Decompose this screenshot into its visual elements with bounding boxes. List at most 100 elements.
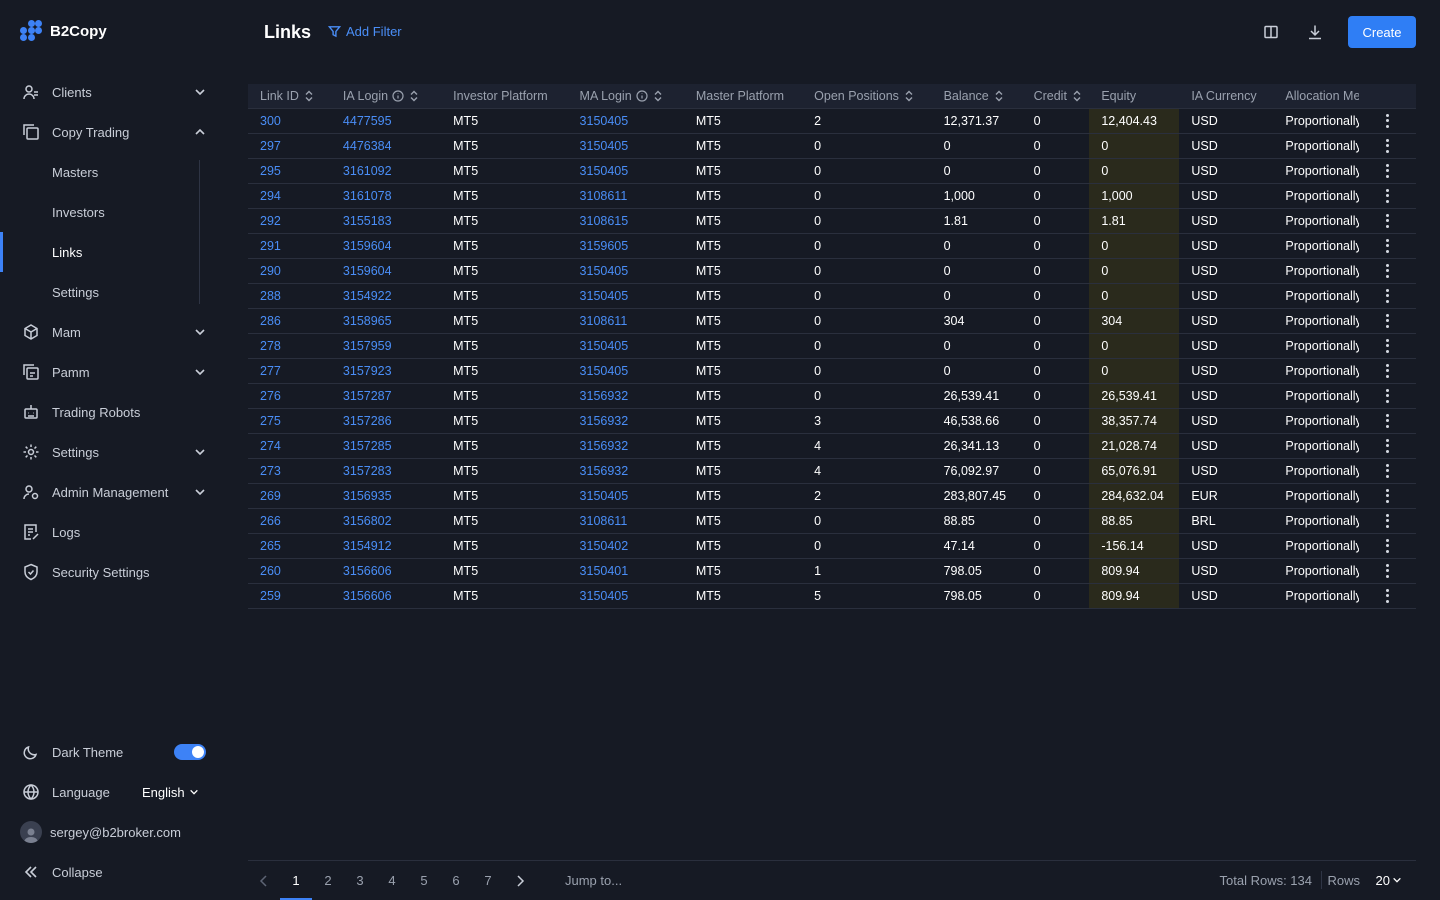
logo[interactable]: B2Copy: [20, 20, 107, 42]
table-row[interactable]: 276 3157287 MT5 3156932 MT5 0 26,539.41 0 26,539…: [248, 383, 1416, 409]
jump-to-input[interactable]: Jump to...: [565, 873, 622, 888]
cell-link-id[interactable]: 273: [248, 458, 331, 484]
cell-link-id[interactable]: 260: [248, 558, 331, 584]
table-row[interactable]: 277 3157923 MT5 3150405 MT5 0 0 0 0 USD Proportion…: [248, 358, 1416, 384]
table-row[interactable]: 259 3156606 MT5 3150405 MT5 5 798.05 0 809.94 USD…: [248, 583, 1416, 609]
table-row[interactable]: 294 3161078 MT5 3108611 MT5 0 1,000 0 1,000 USD Pr…: [248, 183, 1416, 209]
cell-ma-login[interactable]: 3150405: [567, 158, 684, 184]
row-actions-button[interactable]: [1359, 158, 1416, 184]
column-header-investor-platform[interactable]: Investor Platform: [441, 84, 568, 109]
create-button[interactable]: Create: [1348, 16, 1416, 48]
cell-link-id[interactable]: 265: [248, 533, 331, 559]
table-row[interactable]: 286 3158965 MT5 3108611 MT5 0 304 0 304 USD Propor…: [248, 308, 1416, 334]
row-actions-button[interactable]: [1359, 183, 1416, 209]
table-row[interactable]: 292 3155183 MT5 3108615 MT5 0 1.81 0 1.81 USD Prop…: [248, 208, 1416, 234]
page-2-button[interactable]: 2: [312, 873, 344, 888]
cell-ma-login[interactable]: 3159605: [567, 233, 684, 259]
row-actions-button[interactable]: [1359, 283, 1416, 309]
cell-ia-login[interactable]: 3156606: [330, 583, 442, 609]
table-row[interactable]: 274 3157285 MT5 3156932 MT5 4 26,341.13 0 21,028…: [248, 433, 1416, 459]
chevron-down-icon[interactable]: [1392, 875, 1402, 885]
row-actions-button[interactable]: [1359, 133, 1416, 159]
cell-link-id[interactable]: 276: [248, 383, 331, 409]
cell-link-id[interactable]: 292: [248, 208, 331, 234]
cell-ma-login[interactable]: 3150405: [567, 283, 684, 309]
cell-ia-login[interactable]: 4476384: [330, 133, 442, 159]
cell-link-id[interactable]: 269: [248, 483, 331, 509]
row-actions-button[interactable]: [1359, 558, 1416, 584]
cell-link-id[interactable]: 274: [248, 433, 331, 459]
sidebar-item-admin-management[interactable]: Admin Management: [0, 472, 224, 512]
cell-ia-login[interactable]: 3156606: [330, 558, 442, 584]
column-header-open-positions[interactable]: Open Positions: [802, 84, 932, 109]
cell-link-id[interactable]: 278: [248, 333, 331, 359]
column-header-master-platform[interactable]: Master Platform: [683, 84, 803, 109]
cell-link-id[interactable]: 297: [248, 133, 331, 159]
cell-ia-login[interactable]: 3154922: [330, 283, 442, 309]
table-row[interactable]: 275 3157286 MT5 3156932 MT5 3 46,538.66 0 38,357…: [248, 408, 1416, 434]
row-actions-button[interactable]: [1359, 308, 1416, 334]
column-header-ia-login[interactable]: IA Login: [330, 84, 442, 109]
table-row[interactable]: 295 3161092 MT5 3150405 MT5 0 0 0 0 USD Proportion…: [248, 158, 1416, 184]
language-select[interactable]: English: [142, 785, 199, 800]
cell-ma-login[interactable]: 3150405: [567, 358, 684, 384]
column-header-link-id[interactable]: Link ID: [248, 84, 331, 109]
row-actions-button[interactable]: [1359, 383, 1416, 409]
cell-link-id[interactable]: 259: [248, 583, 331, 609]
cell-ma-login[interactable]: 3156932: [567, 458, 684, 484]
cell-link-id[interactable]: 290: [248, 258, 331, 284]
cell-ma-login[interactable]: 3150401: [567, 558, 684, 584]
cell-ma-login[interactable]: 3150402: [567, 533, 684, 559]
cell-ma-login[interactable]: 3108615: [567, 208, 684, 234]
row-actions-button[interactable]: [1359, 508, 1416, 534]
sidebar-item-copy-settings[interactable]: Settings: [0, 272, 224, 312]
sidebar-item-links[interactable]: Links: [0, 232, 224, 272]
table-row[interactable]: 266 3156802 MT5 3108611 MT5 0 88.85 0 88.85 BRL Pr…: [248, 508, 1416, 534]
column-header-ia-currency[interactable]: IA Currency: [1179, 84, 1274, 109]
cell-link-id[interactable]: 294: [248, 183, 331, 209]
column-header-allocation-method[interactable]: Allocation Me: [1273, 84, 1360, 109]
collapse-button[interactable]: Collapse: [0, 852, 224, 892]
cell-ia-login[interactable]: 3161092: [330, 158, 442, 184]
row-actions-button[interactable]: [1359, 583, 1416, 609]
sidebar-item-clients[interactable]: Clients: [0, 72, 224, 112]
sidebar-item-masters[interactable]: Masters: [0, 152, 224, 192]
cell-ia-login[interactable]: 3154912: [330, 533, 442, 559]
row-actions-button[interactable]: [1359, 533, 1416, 559]
row-actions-button[interactable]: [1359, 208, 1416, 234]
cell-ia-login[interactable]: 3158965: [330, 308, 442, 334]
page-6-button[interactable]: 6: [440, 873, 472, 888]
cell-ia-login[interactable]: 3157923: [330, 358, 442, 384]
table-row[interactable]: 300 4477595 MT5 3150405 MT5 2 12,371.37 0 12,404…: [248, 108, 1416, 134]
cell-ma-login[interactable]: 3150405: [567, 108, 684, 134]
row-actions-button[interactable]: [1359, 483, 1416, 509]
cell-link-id[interactable]: 295: [248, 158, 331, 184]
cell-ma-login[interactable]: 3156932: [567, 383, 684, 409]
cell-ia-login[interactable]: 3157285: [330, 433, 442, 459]
cell-ma-login[interactable]: 3150405: [567, 583, 684, 609]
cell-ia-login[interactable]: 3159604: [330, 258, 442, 284]
page-3-button[interactable]: 3: [344, 873, 376, 888]
page-5-button[interactable]: 5: [408, 873, 440, 888]
column-header-equity[interactable]: Equity: [1089, 84, 1180, 109]
column-header-balance[interactable]: Balance: [931, 84, 1022, 109]
cell-ia-login[interactable]: 3157287: [330, 383, 442, 409]
add-filter-button[interactable]: Add Filter: [328, 24, 402, 39]
cell-ia-login[interactable]: 3156935: [330, 483, 442, 509]
cell-ma-login[interactable]: 3156932: [567, 408, 684, 434]
column-header-ma-login[interactable]: MA Login: [567, 84, 684, 109]
rows-per-page-select[interactable]: 20: [1376, 873, 1390, 888]
download-icon[interactable]: [1306, 23, 1324, 41]
page-7-button[interactable]: 7: [472, 873, 504, 888]
cell-ma-login[interactable]: 3108611: [567, 183, 684, 209]
table-row[interactable]: 265 3154912 MT5 3150402 MT5 0 47.14 0 -156.14 USD…: [248, 533, 1416, 559]
row-actions-button[interactable]: [1359, 333, 1416, 359]
cell-link-id[interactable]: 286: [248, 308, 331, 334]
cell-ia-login[interactable]: 4477595: [330, 108, 442, 134]
row-actions-button[interactable]: [1359, 108, 1416, 134]
user-row[interactable]: sergey@b2broker.com: [0, 812, 224, 852]
table-row[interactable]: 260 3156606 MT5 3150401 MT5 1 798.05 0 809.94 USD…: [248, 558, 1416, 584]
table-row[interactable]: 269 3156935 MT5 3150405 MT5 2 283,807.45 0 284,6…: [248, 483, 1416, 509]
row-actions-button[interactable]: [1359, 433, 1416, 459]
cell-ia-login[interactable]: 3157959: [330, 333, 442, 359]
